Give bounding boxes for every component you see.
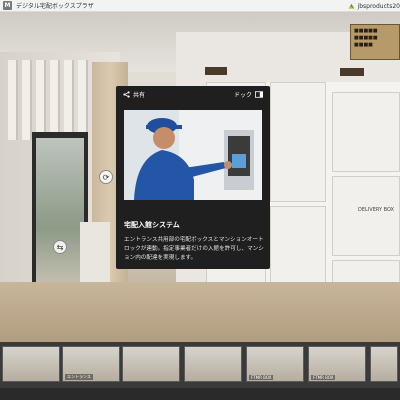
popup-header: 共有 ドック (116, 86, 270, 102)
dock-icon (255, 90, 263, 98)
nameplate-text: ■■■■■ ■■■■■ ■■■■ (354, 28, 378, 48)
external-link[interactable]: jbsproducts20 (358, 3, 400, 10)
thumbnail-label: FTMR BOX (249, 375, 274, 380)
scene-thumbnail-strip: エントランス FTMR BOX FTMR BOX (0, 342, 400, 388)
top-bar-right: jbsproducts20 (348, 0, 400, 12)
scene-thumbnail[interactable] (184, 346, 242, 382)
wall-slat (50, 60, 58, 140)
scene-thumbnail[interactable]: FTMR BOX (308, 346, 366, 382)
wall-slat (22, 60, 30, 140)
locker-door (332, 176, 400, 256)
floor (0, 282, 400, 342)
app-logo: M (3, 1, 12, 10)
bottom-bar (0, 388, 400, 400)
app-title: デジタル宅配ボックスプラザ (16, 3, 94, 10)
top-bar: M デジタル宅配ボックスプラザ jbsproducts20 (0, 0, 400, 12)
share-button[interactable]: 共有 (123, 90, 145, 99)
thumbnail-label: FTMR BOX (311, 375, 336, 380)
scene-thumbnail[interactable] (122, 346, 180, 382)
wall-slat (36, 60, 44, 140)
wall-slat (8, 60, 16, 140)
info-popup: 共有 ドック 宅配入館システム エントランス共用部の宅配ボックスとマンションオー… (116, 86, 270, 269)
wall-slat (78, 60, 86, 140)
popup-description: エントランス共用部の宅配ボックスとマンションオートロックが連動。指定事業者だけの… (124, 237, 264, 261)
dock-button[interactable]: ドック (234, 90, 263, 99)
drive-icon (348, 3, 354, 9)
scene-thumbnail[interactable]: エントランス (62, 346, 120, 382)
locker-door (332, 92, 400, 172)
locker-door (270, 82, 326, 202)
entrance-door-glass (36, 138, 84, 288)
nav-hotspot[interactable]: ⇆ (53, 240, 67, 254)
dock-label: ドック (233, 91, 252, 99)
thumbnail-label: エントランス (65, 374, 93, 380)
scene-thumbnail[interactable] (370, 346, 398, 382)
delivery-worker-illustration (124, 110, 262, 200)
building-nameplate: ■■■■■ ■■■■■ ■■■■ (350, 24, 400, 60)
rotate-hotspot-icon: ⟳ (102, 172, 110, 182)
scene-thumbnail[interactable] (2, 346, 60, 382)
wall-sign (340, 68, 364, 76)
delivery-box-label: DELIVERY BOX (358, 207, 395, 213)
nav-hotspot-icon: ⇆ (56, 242, 64, 252)
share-label: 共有 (133, 91, 146, 99)
wall-sign (205, 67, 227, 75)
popup-title: 宅配入館システム (124, 221, 180, 229)
wall-slat (64, 60, 72, 140)
scene-thumbnail[interactable]: FTMR BOX (246, 346, 304, 382)
delivery-worker-photo (124, 110, 262, 200)
rotate-hotspot[interactable]: ⟳ (99, 170, 113, 184)
share-icon (123, 90, 130, 98)
